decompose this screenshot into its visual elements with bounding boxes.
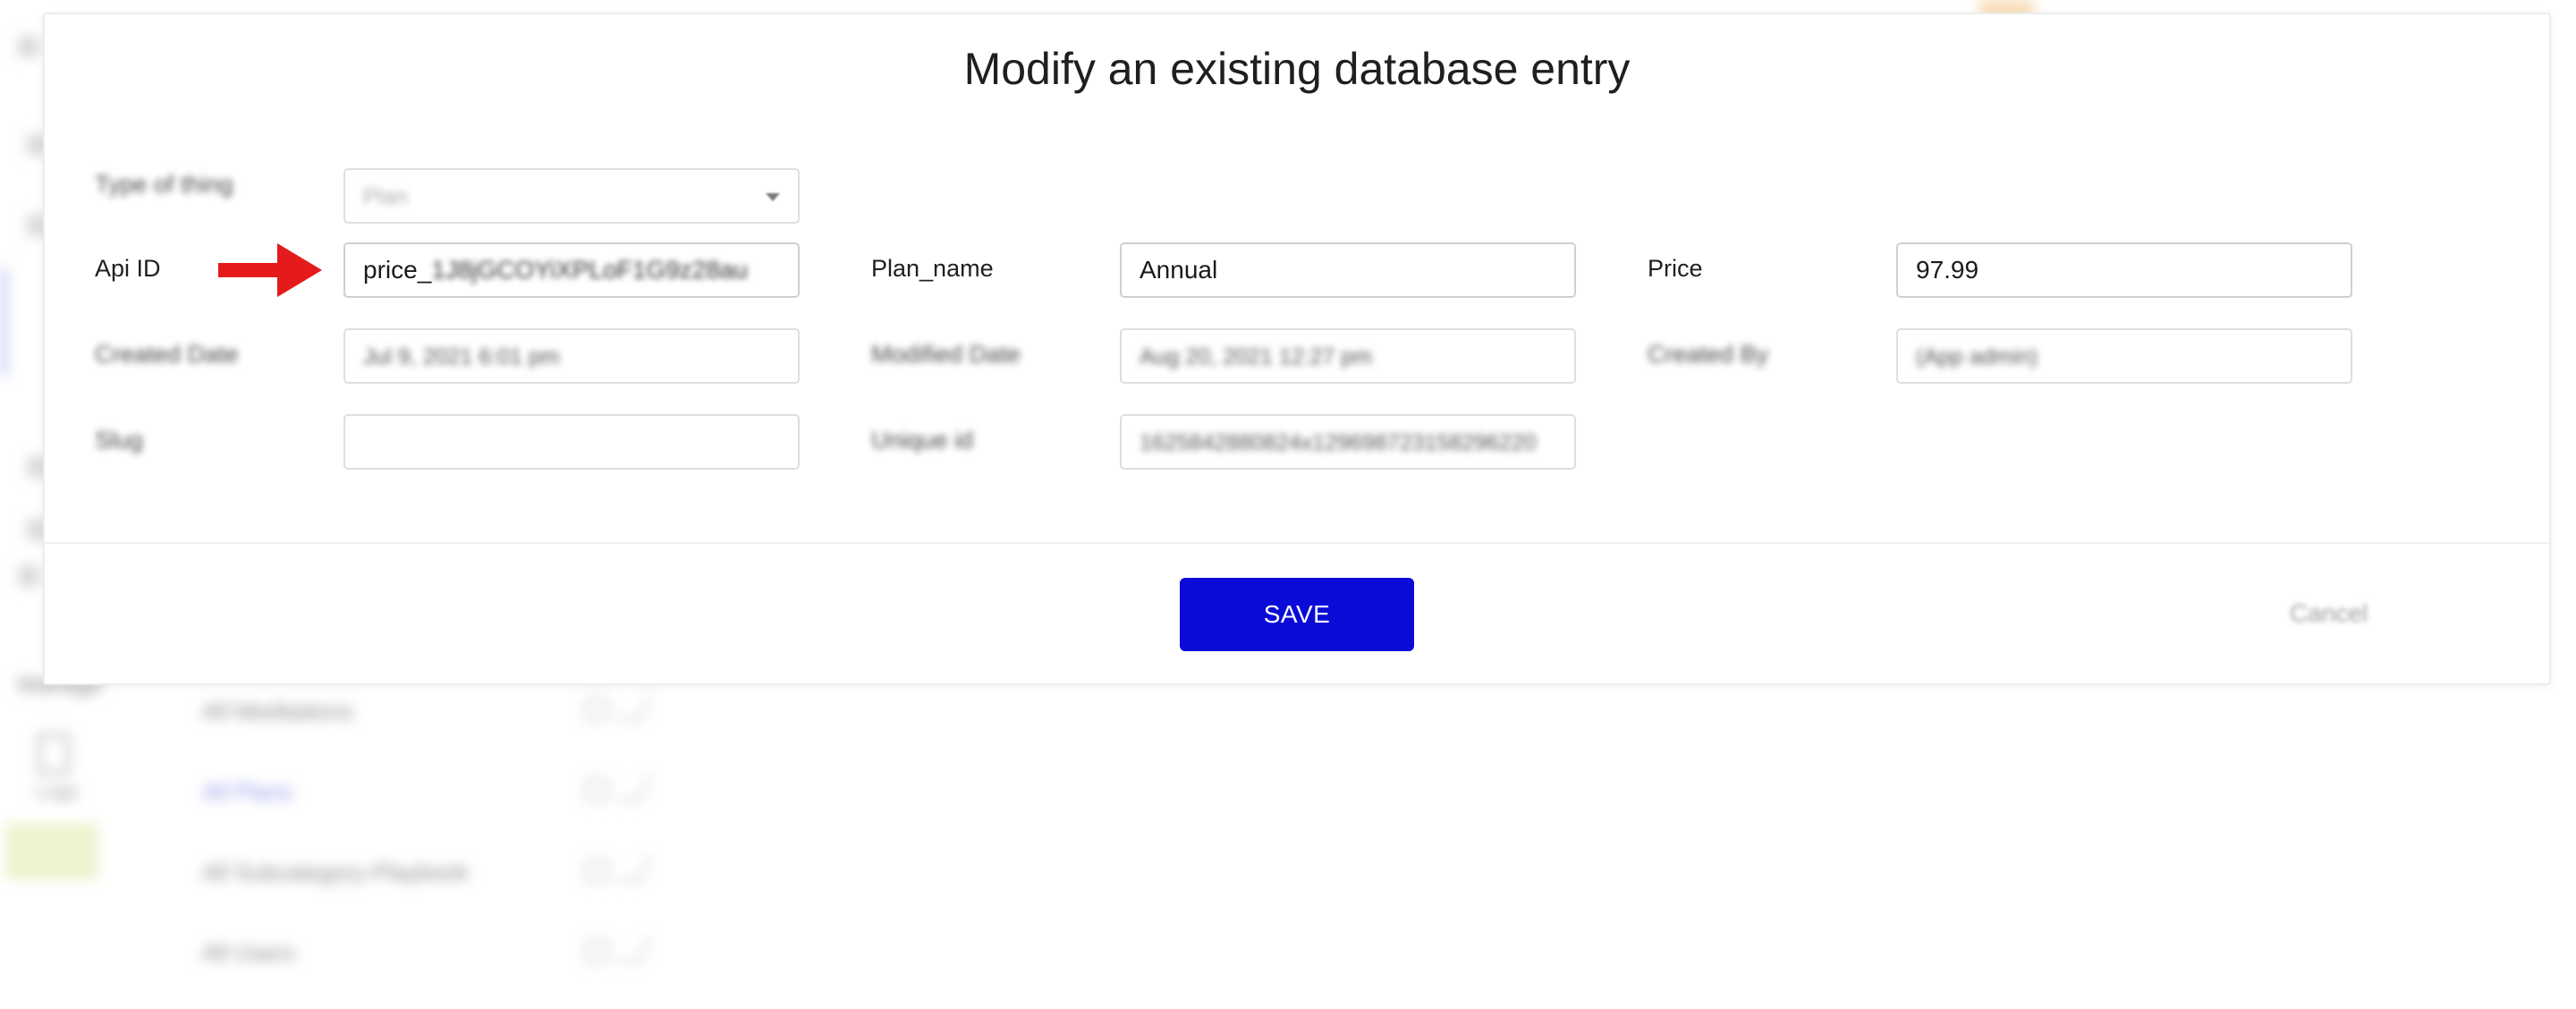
unique-id-label: Unique id [871, 427, 974, 454]
unique-id-value: 1625842880824x129698723158296220 [1140, 430, 1537, 455]
type-of-thing-label: Type of thing [95, 171, 233, 198]
slug-field[interactable] [343, 414, 800, 470]
price-value: 97.99 [1916, 256, 1979, 284]
edit-entry-modal: Modify an existing database entry Type o… [43, 13, 2551, 685]
edit-icon [617, 936, 651, 962]
logs-icon [38, 733, 70, 775]
background-type-label: All Users [202, 939, 296, 966]
price-label: Price [1648, 255, 1703, 282]
cancel-button[interactable]: Cancel [2290, 599, 2368, 628]
edit-icon [617, 775, 651, 801]
plan-name-value: Annual [1140, 256, 1218, 284]
edit-icon [617, 694, 651, 721]
plan-name-field[interactable]: Annual [1120, 242, 1576, 298]
modified-date-field[interactable]: Aug 20, 2021 12:27 pm [1120, 328, 1576, 384]
chevron-down-icon [766, 193, 780, 201]
created-date-field[interactable]: Jul 9, 2021 6:01 pm [343, 328, 800, 384]
background-badge [5, 823, 98, 880]
background-type-item: All Users [202, 923, 703, 1004]
red-arrow-icon [218, 243, 322, 297]
background-type-label: All Meditations [202, 698, 354, 725]
background-type-item: All Meditations [202, 682, 703, 762]
api-id-value-prefix: price_ [363, 256, 432, 284]
copy-icon [585, 778, 608, 801]
unique-id-field[interactable]: 1625842880824x129698723158296220 [1120, 414, 1576, 470]
modal-title: Modify an existing database entry [963, 44, 1631, 94]
modified-date-label: Modified Date [871, 341, 1021, 368]
background-sidebar-icon [18, 565, 39, 587]
copy-icon [585, 698, 608, 721]
api-id-label: Api ID [95, 255, 161, 282]
save-button[interactable]: SAVE [1180, 578, 1414, 651]
created-date-label: Created Date [95, 341, 239, 368]
created-by-label: Created By [1648, 341, 1769, 368]
created-by-field[interactable]: (App admin) [1896, 328, 2352, 384]
type-of-thing-value: Plan [363, 184, 409, 209]
price-field[interactable]: 97.99 [1896, 242, 2352, 298]
plan-name-label: Plan_name [871, 255, 994, 282]
background-type-label: All Plans [202, 778, 293, 805]
type-of-thing-dropdown[interactable]: Plan [343, 168, 800, 224]
background-sidebar-accent [0, 268, 7, 376]
copy-icon [585, 939, 608, 962]
background-sidebar-icon [18, 36, 39, 57]
background-type-item: All Plans [202, 762, 703, 843]
slug-label: Slug [95, 427, 144, 454]
background-type-item: All Subcategory-Playbook [202, 843, 703, 923]
modal-divider [45, 542, 2549, 544]
background-type-list: All Meditations All Plans All Subcategor… [202, 682, 703, 1004]
background-type-label: All Subcategory-Playbook [202, 859, 469, 886]
modified-date-value: Aug 20, 2021 12:27 pm [1140, 344, 1372, 369]
created-by-value: (App admin) [1916, 344, 2038, 369]
edit-icon [617, 855, 651, 882]
copy-icon [585, 859, 608, 882]
api-id-value-rest: 1J8jGCOYiXPLoF1G9z28au [431, 256, 749, 284]
background-logs-label: Logs [36, 780, 79, 802]
created-date-value: Jul 9, 2021 6:01 pm [363, 344, 560, 369]
api-id-field[interactable]: price_1J8jGCOYiXPLoF1G9z28au [343, 242, 800, 298]
